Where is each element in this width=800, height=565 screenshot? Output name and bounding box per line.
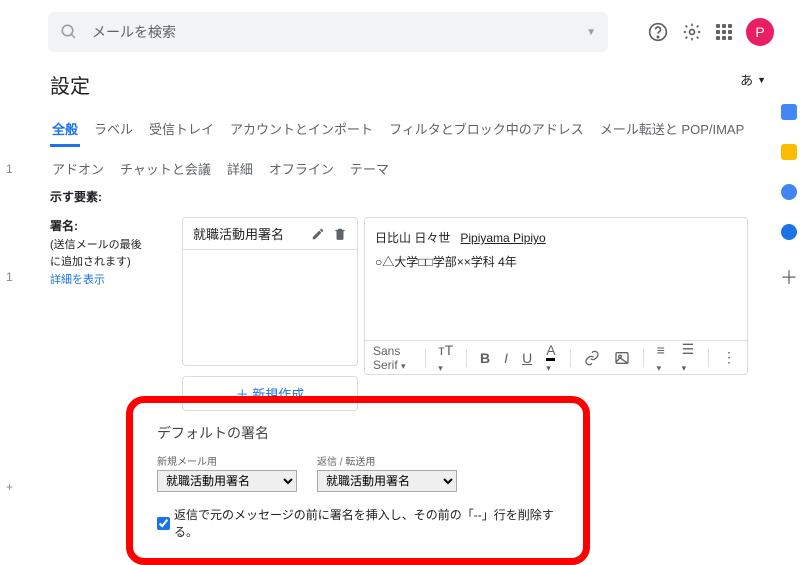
apps-icon[interactable] [716,24,732,40]
keep-icon[interactable] [781,144,797,160]
left-marker-1: 1 [6,162,13,176]
contacts-icon[interactable] [781,224,797,240]
topbar: メールを検索 ▼ P [0,0,800,64]
left-marker-plus[interactable]: + [6,480,13,494]
delete-icon[interactable] [333,227,347,241]
gear-icon[interactable] [682,22,702,42]
page-title: 設定 [48,64,800,103]
side-panel: ＋ [780,104,798,290]
search-icon [60,23,78,41]
settings-tabs: 全般 ラベル 受信トレイ アカウントとインポート フィルタとブロック中のアドレス… [48,103,748,184]
default-new-mail-label: 新規メール用 [157,453,297,468]
signature-list-body [182,250,358,366]
chevron-down-icon: ▼ [757,75,766,85]
list-button[interactable]: ☰ ▾ [679,341,699,374]
addons-plus-icon[interactable]: ＋ [780,264,798,290]
tab-general[interactable]: 全般 [50,119,80,147]
search-placeholder: メールを検索 [92,22,586,42]
text-color-button[interactable]: A ▾ [543,342,560,374]
signature-section: 署名: (送信メールの最後 に追加されます) 詳細を表示 就職活動用署名 ＋ 新… [48,205,800,411]
tab-forwarding[interactable]: メール転送と POP/IMAP [598,119,746,147]
editor-line1-name: 日比山 日々世 [375,231,450,245]
insert-before-reply-checkbox[interactable]: 返信で元のメッセージの前に署名を挿入し、その前の「--」行を削除する。 [157,506,559,540]
bold-button[interactable]: B [477,350,493,366]
tab-offline[interactable]: オフライン [267,159,336,184]
editor-line1-roman: Pipiyama Pipiyo [460,231,545,245]
insert-before-reply-label: 返信で元のメッセージの前に署名を挿入し、その前の「--」行を削除する。 [174,506,559,540]
tab-chat[interactable]: チャットと会議 [118,159,213,184]
signature-labelcol: 署名: (送信メールの最後 に追加されます) 詳細を表示 [50,217,170,411]
left-marker-2: 1 [6,270,13,284]
tab-inbox[interactable]: 受信トレイ [147,119,216,147]
signature-heading: 署名: [50,219,78,233]
tab-themes[interactable]: テーマ [348,159,391,184]
underline-button[interactable]: U [519,350,535,366]
default-reply-select[interactable]: 就職活動用署名 [317,470,457,492]
signature-note2: に追加されます) [50,256,131,268]
signature-learn-more[interactable]: 詳細を表示 [50,274,105,286]
editor-body[interactable]: 日比山 日々世 Pipiyama Pipiyo ○△大学□□学部××学科 4年 [365,218,747,282]
signature-item-name: 就職活動用署名 [193,224,303,243]
default-new-mail-select[interactable]: 就職活動用署名 [157,470,297,492]
tab-filters[interactable]: フィルタとブロック中のアドレス [387,119,586,147]
content: 設定 あ ▼ 全般 ラベル 受信トレイ アカウントとインポート フィルタとブロッ… [0,64,800,411]
calendar-icon[interactable] [781,104,797,120]
avatar[interactable]: P [746,18,774,46]
link-button[interactable] [581,350,603,366]
avatar-initial: P [755,24,764,40]
insert-before-reply-input[interactable] [157,517,170,530]
tab-labels[interactable]: ラベル [92,119,135,147]
font-selector[interactable]: Sans Serif ▾ [373,344,415,372]
signature-item[interactable]: 就職活動用署名 [182,217,358,250]
default-reply-label: 返信 / 転送用 [317,453,457,468]
default-signature-title: デフォルトの署名 [157,423,559,443]
italic-button[interactable]: I [501,350,511,366]
more-formatting-button[interactable]: ⋮ [719,349,739,366]
search-box[interactable]: メールを検索 ▼ [48,12,608,52]
default-new-mail: 新規メール用 就職活動用署名 [157,453,297,492]
signature-note1: (送信メールの最後 [50,239,142,251]
font-size-button[interactable]: тT ▾ [435,342,456,374]
help-icon[interactable] [648,22,668,42]
tab-advanced[interactable]: 詳細 [225,159,255,184]
signature-editor[interactable]: 日比山 日々世 Pipiyama Pipiyo ○△大学□□学部××学科 4年 … [364,217,748,375]
signature-list: 就職活動用署名 ＋ 新規作成 [182,217,358,411]
header-actions: P [648,18,774,46]
edit-icon[interactable] [311,227,325,241]
editor-line2: ○△大学□□学部××学科 4年 [375,250,737,274]
input-tools-label: あ [740,70,753,89]
default-reply: 返信 / 転送用 就職活動用署名 [317,453,457,492]
editor-toolbar: Sans Serif ▾ тT ▾ B I U A ▾ ≡ ▾ ☰ ▾ [365,340,747,374]
default-signature-box: デフォルトの署名 新規メール用 就職活動用署名 返信 / 転送用 就職活動用署名… [126,396,590,565]
tab-addons[interactable]: アドオン [50,159,106,184]
tasks-icon[interactable] [781,184,797,200]
align-button[interactable]: ≡ ▾ [654,342,671,374]
show-elements-label: 示す要素: [48,184,800,205]
search-caret-icon[interactable]: ▼ [586,27,596,38]
input-tools-button[interactable]: あ ▼ [740,70,766,89]
image-button[interactable] [611,350,633,366]
tab-accounts[interactable]: アカウントとインポート [228,119,375,147]
